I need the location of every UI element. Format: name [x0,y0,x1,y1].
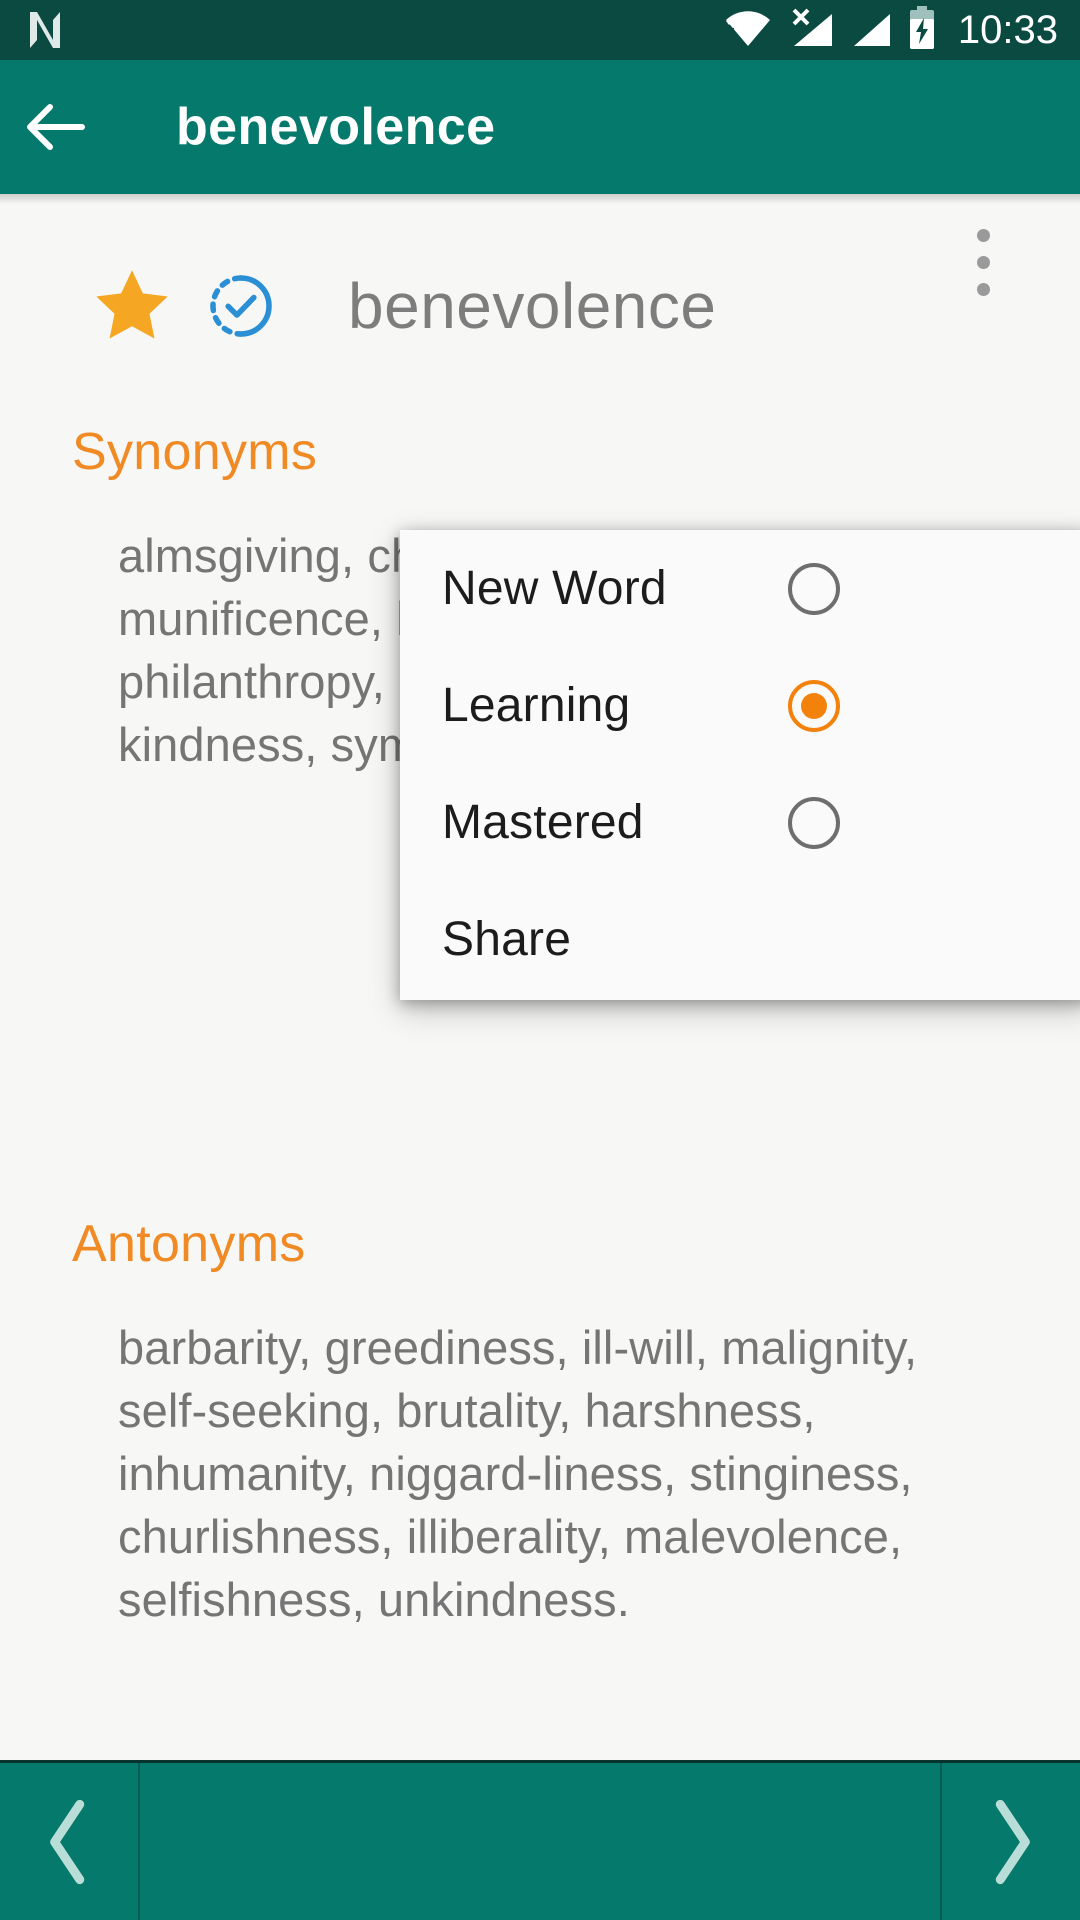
app-bar: benevolence [0,60,1080,194]
synonyms-heading: Synonyms [72,423,318,481]
kebab-dot [976,255,990,269]
status-icons: 10:33 [724,5,1058,55]
radio-learning[interactable] [788,679,840,732]
status-bar-clock: 10:33 [957,8,1058,52]
antonyms-body: barbarity, greediness, ill-will, maligni… [118,1321,918,1626]
status-bar: 10:33 [0,0,1080,60]
antonyms-heading: Antonyms [72,1215,306,1273]
battery-charging-icon [908,5,936,55]
menu-item-label: New Word [442,562,667,615]
bottom-navigation-bar [0,1760,1080,1920]
back-button[interactable] [0,60,110,194]
menu-item-mastered[interactable]: Mastered [400,764,1080,881]
menu-item-new-word[interactable]: New Word [400,530,1080,647]
menu-item-share[interactable]: Share [400,881,1080,998]
next-word-button[interactable] [940,1763,1080,1920]
kebab-dot [976,282,990,296]
menu-item-label: Learning [442,679,631,732]
content-area: benevolence Synonyms almsgiving, charity… [0,194,1080,1760]
android-n-logo-icon [26,10,64,50]
radio-mastered[interactable] [788,796,840,849]
word-display: benevolence [348,270,717,342]
overflow-menu[interactable]: New Word Learning Mastered Share [400,530,1080,1000]
menu-item-label: Mastered [442,796,644,849]
chevron-left-icon [50,1799,85,1884]
more-vertical-icon[interactable] [948,220,1018,304]
radio-new-word[interactable] [788,562,840,615]
section-antonyms: Antonyms barbarity, greediness, ill-will… [0,1214,1080,1631]
previous-word-button[interactable] [0,1763,140,1920]
word-header-row: benevolence [0,246,1080,366]
back-arrow-icon [27,104,85,150]
kebab-dot [976,228,990,242]
chevron-right-icon [995,1799,1030,1884]
menu-item-label: Share [442,913,572,966]
signal-bars-icon [850,8,892,53]
menu-item-learning[interactable]: Learning [400,647,1080,764]
check-circle-dashed-icon[interactable] [206,271,276,341]
star-filled-icon[interactable] [90,264,174,348]
wifi-icon [724,8,772,53]
page-title: benevolence [176,98,496,156]
signal-no-sim-icon [788,8,834,53]
bottom-nav-spacer [140,1763,940,1920]
